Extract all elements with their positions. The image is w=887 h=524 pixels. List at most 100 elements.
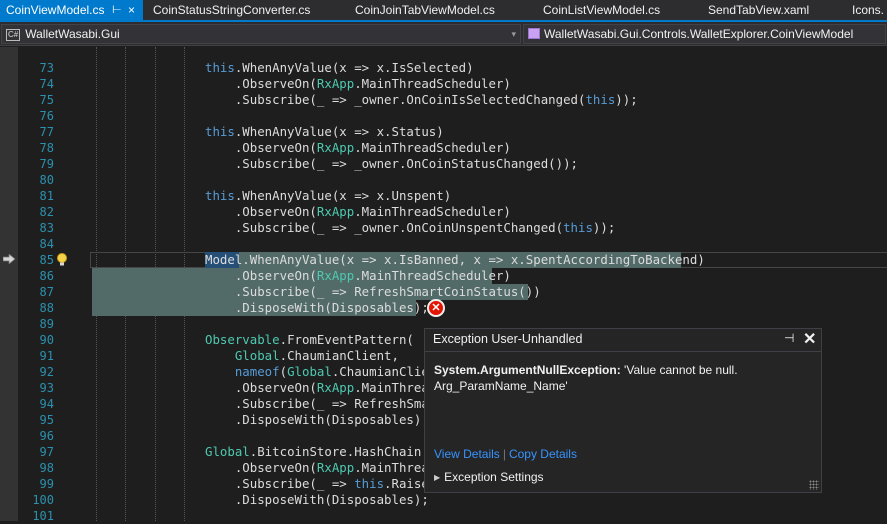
- code-line: 87 .Subscribe(_ => RefreshSmartCoinStatu…: [0, 284, 887, 300]
- code-text[interactable]: .ObserveOn(RxApp.MainThread: [205, 380, 436, 396]
- lightbulb-icon[interactable]: [56, 253, 68, 267]
- link-separator: |: [502, 447, 506, 461]
- csharp-project-icon: C#: [6, 29, 21, 41]
- code-text[interactable]: .Subscribe(_ => _owner.OnCoinUnspentChan…: [205, 220, 615, 236]
- member-dropdown[interactable]: WalletWasabi.Gui.Controls.WalletExplorer…: [523, 24, 886, 44]
- tab-label: Icons.: [852, 3, 885, 17]
- code-line: 81 this.WhenAnyValue(x => x.Unspent): [0, 188, 887, 204]
- code-text[interactable]: .DisposeWith(Disposables);: [205, 412, 429, 428]
- line-number: 92: [39, 365, 54, 379]
- line-number: 78: [39, 141, 54, 155]
- line-number: 87: [39, 285, 54, 299]
- navigation-bar: C# WalletWasabi.Gui ▾ WalletWasabi.Gui.Co…: [0, 22, 887, 46]
- exception-text-line2: Arg_ParamName_Name': [434, 379, 568, 393]
- code-line: 78 .ObserveOn(RxApp.MainThreadScheduler): [0, 140, 887, 156]
- line-number: 75: [39, 93, 54, 107]
- close-icon[interactable]: ×: [128, 0, 135, 20]
- code-text[interactable]: .ObserveOn(RxApp.MainThread: [205, 460, 436, 476]
- code-line: 76: [0, 108, 887, 124]
- pin-icon[interactable]: ⊣: [784, 331, 794, 345]
- code-text[interactable]: Model.WhenAnyValue(x => x.IsBanned, x =>…: [205, 252, 705, 268]
- code-line: 83 .Subscribe(_ => _owner.OnCoinUnspentC…: [0, 220, 887, 236]
- line-number: 73: [39, 61, 54, 75]
- popup-header: Exception User-Unhandled ⊣ ✕: [425, 329, 821, 352]
- code-line: 79 .Subscribe(_ => _owner.OnCoinStatusCh…: [0, 156, 887, 172]
- line-number: 84: [39, 237, 54, 251]
- pin-icon[interactable]: ⊢: [112, 0, 122, 20]
- line-number: 81: [39, 189, 54, 203]
- resize-grip-icon[interactable]: [809, 480, 819, 490]
- tab-coinjointabviewmodel[interactable]: CoinJoinTabViewModel.cs: [355, 0, 495, 20]
- tab-sendtabview[interactable]: SendTabView.xaml: [708, 0, 809, 20]
- code-text[interactable]: this.WhenAnyValue(x => x.Status): [205, 124, 444, 140]
- line-number: 101: [32, 509, 54, 523]
- line-number: 85: [39, 253, 54, 267]
- tab-label: CoinStatusStringConverter.cs: [153, 3, 311, 17]
- line-number: 89: [39, 317, 54, 331]
- line-number: 98: [39, 461, 54, 475]
- exception-links: View Details | Copy Details: [434, 447, 577, 461]
- code-line: 101: [0, 508, 887, 524]
- code-text[interactable]: .ObserveOn(RxApp.MainThreadScheduler): [205, 268, 511, 284]
- code-text[interactable]: .Subscribe(_ => _owner.OnCoinIsSelectedC…: [205, 92, 638, 108]
- code-text[interactable]: this.WhenAnyValue(x => x.IsSelected): [205, 60, 474, 76]
- code-line: 84: [0, 236, 887, 252]
- code-text[interactable]: .DisposeWith(Disposables);: [205, 492, 429, 508]
- line-number: 88: [39, 301, 54, 315]
- code-line: 73 this.WhenAnyValue(x => x.IsSelected): [0, 60, 887, 76]
- class-icon: [528, 28, 540, 39]
- exception-settings-label: Exception Settings: [444, 470, 544, 484]
- exception-settings-expander[interactable]: ▶ Exception Settings: [434, 470, 544, 484]
- code-line: 77 this.WhenAnyValue(x => x.Status): [0, 124, 887, 140]
- code-text[interactable]: .ObserveOn(RxApp.MainThreadScheduler): [205, 204, 511, 220]
- code-text[interactable]: this.WhenAnyValue(x => x.Unspent): [205, 188, 451, 204]
- tab-coinviewmodel[interactable]: CoinViewModel.cs ⊢ ×: [0, 0, 143, 20]
- tab-label: CoinListViewModel.cs: [543, 3, 661, 17]
- line-number: 86: [39, 269, 54, 283]
- code-text[interactable]: .Subscribe(_ => RefreshSmartCoinStatus()…: [205, 284, 541, 300]
- tab-label: CoinJoinTabViewModel.cs: [355, 3, 495, 17]
- code-text[interactable]: .Subscribe(_ => this.RaiseP: [205, 476, 436, 492]
- code-text[interactable]: nameof(Global.ChaumianClient: [205, 364, 444, 380]
- code-text[interactable]: .DisposeWith(Disposables);: [205, 300, 429, 316]
- tab-coinlistviewmodel[interactable]: CoinListViewModel.cs: [543, 0, 660, 20]
- close-icon[interactable]: ✕: [803, 329, 816, 349]
- line-number: 79: [39, 157, 54, 171]
- line-number: 91: [39, 349, 54, 363]
- view-details-link[interactable]: View Details: [434, 447, 500, 461]
- code-text[interactable]: .Subscribe(_ => RefreshSmar: [205, 396, 436, 412]
- exception-type: System.ArgumentNullException:: [434, 363, 621, 377]
- code-text[interactable]: Observable.FromEventPattern(: [205, 332, 414, 348]
- project-dropdown[interactable]: C# WalletWasabi.Gui ▾: [1, 24, 521, 44]
- expand-arrow-icon: ▶: [434, 473, 441, 482]
- line-number: 95: [39, 413, 54, 427]
- code-text[interactable]: .ObserveOn(RxApp.MainThreadScheduler): [205, 76, 511, 92]
- code-line: 86 .ObserveOn(RxApp.MainThreadScheduler): [0, 268, 887, 284]
- tab-coinstatusstringconverter[interactable]: CoinStatusStringConverter.cs: [153, 0, 310, 20]
- code-text[interactable]: Global.ChaumianClient,: [205, 348, 399, 364]
- exception-helper-popup: Exception User-Unhandled ⊣ ✕ System.Argu…: [424, 328, 822, 493]
- tab-label: SendTabView.xaml: [708, 3, 810, 17]
- code-text[interactable]: .Subscribe(_ => _owner.OnCoinStatusChang…: [205, 156, 578, 172]
- tab-icons[interactable]: Icons.: [852, 0, 884, 20]
- code-line: 75 .Subscribe(_ => _owner.OnCoinIsSelect…: [0, 92, 887, 108]
- line-number: 99: [39, 477, 54, 491]
- line-number: 90: [39, 333, 54, 347]
- line-number: 83: [39, 221, 54, 235]
- code-line: 100 .DisposeWith(Disposables);: [0, 492, 887, 508]
- line-number: 100: [32, 493, 54, 507]
- exception-message: System.ArgumentNullException: 'Value can…: [434, 362, 814, 394]
- line-number: 77: [39, 125, 54, 139]
- execution-pointer-icon: [3, 254, 16, 264]
- popup-title: Exception User-Unhandled: [433, 332, 583, 346]
- tab-label: CoinViewModel.cs: [6, 3, 105, 17]
- line-number: 82: [39, 205, 54, 219]
- code-text[interactable]: Global.BitcoinStore.HashChain.W: [205, 444, 436, 460]
- code-text[interactable]: .ObserveOn(RxApp.MainThreadScheduler): [205, 140, 511, 156]
- line-number: 93: [39, 381, 54, 395]
- chevron-down-icon: ▾: [511, 29, 516, 39]
- code-line: 85 Model.WhenAnyValue(x => x.IsBanned, x …: [0, 252, 887, 268]
- line-number: 80: [39, 173, 54, 187]
- line-number: 94: [39, 397, 54, 411]
- copy-details-link[interactable]: Copy Details: [509, 447, 577, 461]
